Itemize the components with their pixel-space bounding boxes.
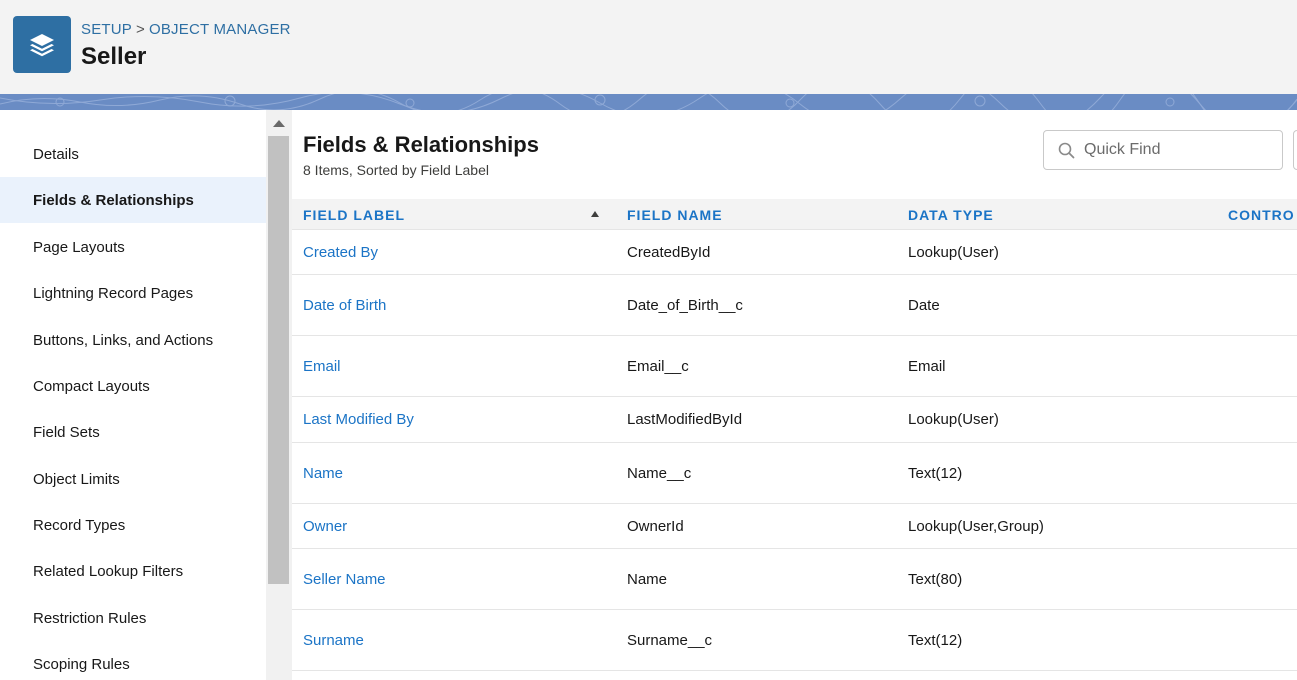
field-label-link[interactable]: Seller Name — [303, 549, 386, 609]
column-header-field-label[interactable]: FIELD LABEL — [303, 199, 405, 230]
field-data-type: Lookup(User,Group) — [908, 517, 1044, 535]
field-label-link[interactable]: Email — [303, 336, 341, 396]
scrollbar-thumb[interactable] — [268, 136, 289, 584]
sidebar-item-related-lookup-filters[interactable]: Related Lookup Filters — [0, 548, 266, 594]
field-api-name: Name__c — [627, 464, 692, 482]
field-data-type: Text(12) — [908, 464, 963, 482]
object-icon — [13, 16, 71, 73]
new-field-button[interactable] — [1293, 130, 1297, 170]
breadcrumb-setup[interactable]: SETUP — [81, 21, 132, 38]
quick-find-placeholder: Quick Find — [1084, 141, 1161, 158]
table-row: Name Name__c Text(12) — [292, 443, 1297, 504]
field-data-type: Text(12) — [908, 631, 963, 649]
field-data-type: Email — [908, 357, 946, 375]
field-api-name: OwnerId — [627, 517, 684, 535]
sidebar-item-scoping-rules[interactable]: Scoping Rules — [0, 641, 266, 680]
field-api-name: LastModifiedById — [627, 411, 743, 428]
quick-find-input[interactable]: Quick Find — [1043, 130, 1283, 170]
breadcrumb-object-manager[interactable]: OBJECT MANAGER — [149, 21, 291, 38]
sidebar-item-restriction-rules[interactable]: Restriction Rules — [0, 595, 266, 641]
field-label-link[interactable]: Surname — [303, 610, 364, 670]
column-header-data-type[interactable]: DATA TYPE — [908, 199, 994, 230]
field-label-link[interactable]: Created By — [303, 230, 378, 274]
field-label-link[interactable]: Name — [303, 443, 343, 503]
table-row: Email Email__c Email — [292, 336, 1297, 397]
sidebar-scrollbar[interactable] — [266, 110, 292, 680]
field-data-type: Text(80) — [908, 570, 963, 588]
breadcrumb-separator: > — [136, 21, 145, 38]
field-label-link[interactable]: Date of Birth — [303, 275, 386, 335]
header-pattern-band — [0, 94, 1297, 110]
field-api-name: Name — [627, 570, 668, 588]
scroll-up-arrow-icon[interactable] — [273, 120, 285, 127]
table-row: Created By CreatedById Lookup(User) — [292, 230, 1297, 275]
sidebar-item-field-sets[interactable]: Field Sets — [0, 409, 266, 455]
page-title: Fields & Relationships — [303, 132, 539, 157]
table-row: Surname Surname__c Text(12) — [292, 610, 1297, 671]
sidebar-item-compact-layouts[interactable]: Compact Layouts — [0, 363, 266, 409]
column-header-field-name[interactable]: FIELD NAME — [627, 199, 723, 230]
search-icon — [1058, 142, 1075, 159]
breadcrumb: SETUP > OBJECT MANAGER — [81, 21, 291, 38]
field-api-name: Email__c — [627, 357, 689, 375]
table-row: Seller Name Name Text(80) — [292, 549, 1297, 610]
sort-ascending-icon[interactable] — [591, 211, 599, 217]
sidebar-item-details[interactable]: Details — [0, 131, 266, 177]
sidebar-item-page-layouts[interactable]: Page Layouts — [0, 224, 266, 270]
field-api-name: CreatedById — [627, 243, 711, 261]
sidebar-item-fields-relationships[interactable]: Fields & Relationships — [0, 177, 266, 223]
item-count-summary: 8 Items, Sorted by Field Label — [303, 162, 489, 178]
column-header-controlling-field[interactable]: CONTRO — [1228, 199, 1295, 230]
table-row: Owner OwnerId Lookup(User,Group) — [292, 504, 1297, 549]
field-data-type: Lookup(User) — [908, 411, 999, 428]
object-title: Seller — [81, 43, 147, 70]
main-panel: Fields & Relationships 8 Items, Sorted b… — [292, 110, 1297, 680]
page-header: SETUP > OBJECT MANAGER Seller — [0, 0, 1297, 94]
sidebar-item-object-limits[interactable]: Object Limits — [0, 456, 266, 502]
field-label-link[interactable]: Owner — [303, 504, 347, 548]
table-row: Date of Birth Date_of_Birth__c Date — [292, 275, 1297, 336]
field-data-type: Date — [908, 296, 940, 314]
field-data-type: Lookup(User) — [908, 243, 999, 261]
table-row: Last Modified By LastModifiedById Lookup… — [292, 397, 1297, 443]
table-header: FIELD LABEL FIELD NAME DATA TYPE CONTRO — [292, 199, 1297, 230]
sidebar-item-lightning-record-pages[interactable]: Lightning Record Pages — [0, 270, 266, 316]
field-label-link[interactable]: Last Modified By — [303, 397, 414, 442]
field-api-name: Date_of_Birth__c — [627, 296, 743, 314]
field-api-name: Surname__c — [627, 631, 713, 649]
layers-icon — [30, 33, 54, 56]
sidebar-item-buttons-links-actions[interactable]: Buttons, Links, and Actions — [0, 317, 266, 363]
sidebar-item-record-types[interactable]: Record Types — [0, 502, 266, 548]
object-manager-sidebar: Details Fields & Relationships Page Layo… — [0, 110, 266, 680]
